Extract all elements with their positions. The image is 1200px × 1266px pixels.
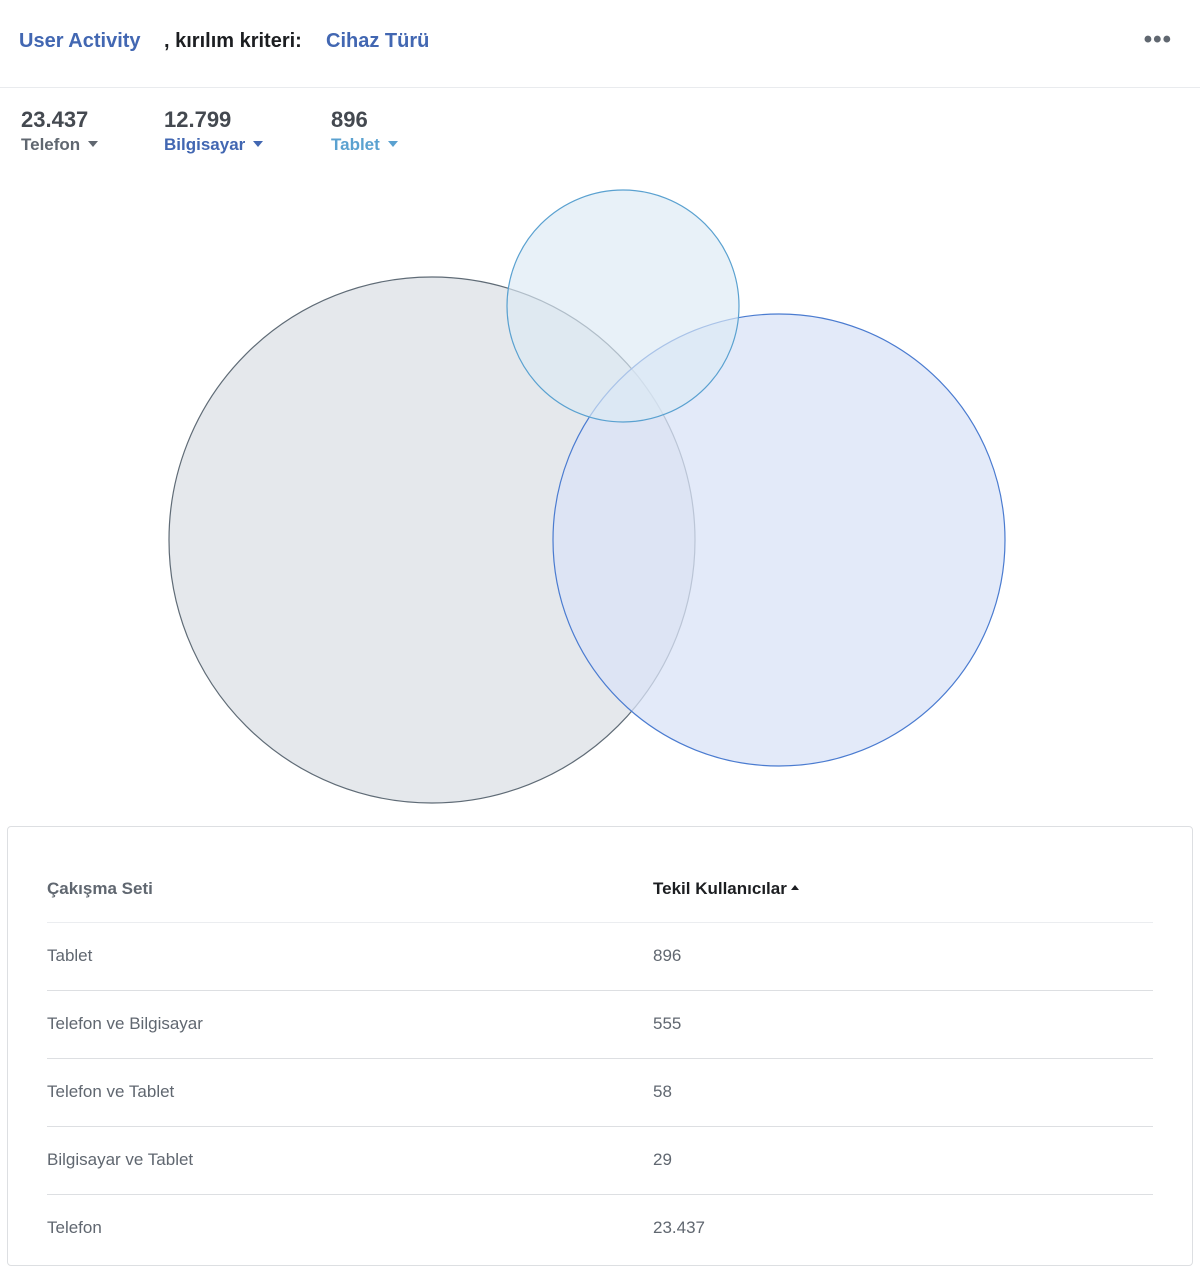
metric-link[interactable]: User Activity <box>19 29 141 53</box>
stat-dropdown-telefon[interactable]: Telefon <box>21 134 99 156</box>
cell-overlap-set: Telefon ve Bilgisayar <box>47 1014 203 1033</box>
column-header-overlap-set: Çakışma Seti <box>47 879 153 898</box>
chart-header: User Activity , kırılım kriteri: Cihaz T… <box>0 0 1200 88</box>
column-header-unique-users[interactable]: Tekil Kullanıcılar <box>653 878 799 900</box>
table-row: Tablet 896 <box>47 923 1153 991</box>
more-options-icon[interactable]: ••• <box>1144 26 1172 54</box>
table-row: Bilgisayar ve Tablet 29 <box>47 1127 1153 1195</box>
stat-label: Telefon <box>21 135 81 154</box>
caret-down-icon <box>253 141 264 147</box>
breakdown-connector-text: , kırılım kriteri: <box>164 30 302 52</box>
table-row: Telefon 23.437 <box>47 1195 1153 1262</box>
cell-overlap-set: Bilgisayar ve Tablet <box>47 1150 194 1169</box>
cell-unique-users: 58 <box>653 1082 672 1101</box>
stat-label: Tablet <box>331 135 380 154</box>
table-body: Tablet 896 Telefon ve Bilgisayar 555 Tel… <box>47 923 1153 1262</box>
stat-bilgisayar: 12.799 Bilgisayar <box>164 106 264 156</box>
table-header: Çakışma Seti Tekil Kullanıcılar <box>47 864 1153 923</box>
caret-down-icon <box>387 141 398 147</box>
stat-value: 12.799 <box>164 107 232 132</box>
stat-telefon: 23.437 Telefon <box>21 106 99 156</box>
cell-overlap-set: Telefon <box>47 1218 102 1237</box>
venn-diagram <box>168 189 1006 804</box>
column-header-label: Tekil Kullanıcılar <box>653 879 787 898</box>
stat-value: 896 <box>331 107 368 132</box>
caret-down-icon <box>88 141 99 147</box>
cell-unique-users: 29 <box>653 1150 672 1169</box>
overlap-table: Çakışma Seti Tekil Kullanıcılar Tablet 8… <box>7 826 1193 1266</box>
breakdown-link[interactable]: Cihaz Türü <box>326 29 429 53</box>
venn-circle-tablet[interactable] <box>506 189 740 423</box>
cell-unique-users: 555 <box>653 1014 682 1033</box>
table-row: Telefon ve Bilgisayar 555 <box>47 991 1153 1059</box>
cell-unique-users: 23.437 <box>653 1218 705 1237</box>
table-row: Telefon ve Tablet 58 <box>47 1059 1153 1127</box>
stat-label: Bilgisayar <box>164 135 246 154</box>
cell-unique-users: 896 <box>653 946 682 965</box>
stat-dropdown-bilgisayar[interactable]: Bilgisayar <box>164 134 264 156</box>
stat-value: 23.437 <box>21 107 89 132</box>
sort-ascending-icon <box>790 885 799 890</box>
cell-overlap-set: Tablet <box>47 946 93 965</box>
stat-tablet: 896 Tablet <box>331 106 398 156</box>
stat-dropdown-tablet[interactable]: Tablet <box>331 134 398 156</box>
cell-overlap-set: Telefon ve Tablet <box>47 1082 175 1101</box>
